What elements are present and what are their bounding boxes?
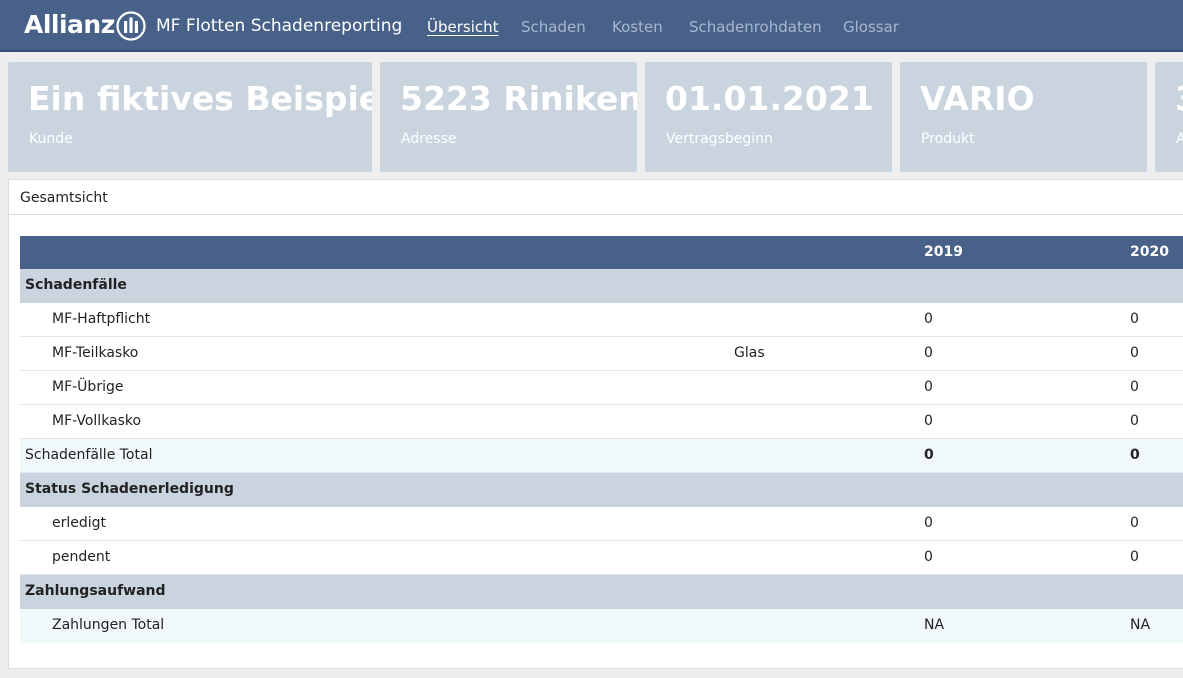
- table-row: MF-Haftpflicht 0 0: [20, 303, 1183, 337]
- kpi-label: Vertragsbeginn: [666, 131, 773, 147]
- row-label: MF-Haftpflicht: [52, 311, 151, 327]
- kpi-value: VARIO: [920, 79, 1035, 118]
- allianz-logo-icon: [116, 11, 146, 41]
- cell-2019: 0: [924, 413, 933, 429]
- cell-2020: 0: [1130, 413, 1139, 429]
- cell-2019: 0: [924, 379, 933, 395]
- kpi-card-kunde: Ein fiktives Beispiel Kunde: [8, 62, 372, 172]
- table-row: MF-Übrige 0 0: [20, 371, 1183, 405]
- nav-schadenrohdaten[interactable]: Schadenrohdaten: [689, 18, 822, 36]
- cell-2019: 0: [924, 549, 933, 565]
- cell-2019: 0: [924, 515, 933, 531]
- kpi-card-adresse: 5223 Riniken Adresse: [380, 62, 637, 172]
- kpi-label: Kunde: [29, 131, 73, 147]
- cell-2020: NA: [1130, 617, 1151, 633]
- row-label: Zahlungen Total: [52, 617, 165, 633]
- summary-table: 2019 2020 Schadenfälle MF-Haftpflicht 0 …: [20, 236, 1183, 643]
- row-label: MF-Übrige: [52, 379, 124, 395]
- nav-kosten[interactable]: Kosten: [612, 18, 663, 36]
- panel-title: Gesamtsicht: [20, 190, 108, 206]
- row-subcategory: Glas: [734, 345, 765, 361]
- kpi-card-vertragsbeginn: 01.01.2021 Vertragsbeginn: [645, 62, 892, 172]
- total-row-zahlungen: Zahlungen Total NA NA: [20, 609, 1183, 643]
- nav-schaden[interactable]: Schaden: [521, 18, 586, 36]
- cell-2019: NA: [924, 617, 945, 633]
- kpi-card-produkt: VARIO Produkt: [900, 62, 1147, 172]
- nav-glossar[interactable]: Glossar: [843, 18, 899, 36]
- cell-2019: 0: [924, 311, 933, 327]
- section-row-schadenfaelle: Schadenfälle: [20, 269, 1183, 303]
- kpi-card-partial: 3 A: [1155, 62, 1183, 172]
- table-row: MF-Teilkasko Glas 0 0: [20, 337, 1183, 371]
- cell-2020: 0: [1130, 447, 1140, 463]
- cell-2019: 0: [924, 345, 933, 361]
- kpi-value: Ein fiktives Beispiel: [28, 79, 372, 118]
- column-header-2020[interactable]: 2020: [1130, 244, 1169, 260]
- table-row: pendent 0 0: [20, 541, 1183, 575]
- kpi-label: Produkt: [921, 131, 975, 147]
- kpi-value: 01.01.2021: [665, 79, 874, 118]
- table-row: MF-Vollkasko 0 0: [20, 405, 1183, 439]
- cell-2020: 0: [1130, 311, 1139, 327]
- kpi-value: 3: [1175, 79, 1183, 118]
- top-navbar: Allianz MF Flotten Schadenreporting Über…: [0, 0, 1183, 52]
- table-header: 2019 2020: [20, 236, 1183, 269]
- row-label: MF-Teilkasko: [52, 345, 139, 361]
- section-row-status: Status Schadenerledigung: [20, 473, 1183, 507]
- row-label: Schadenfälle Total: [25, 447, 153, 463]
- section-title: Zahlungsaufwand: [25, 583, 166, 599]
- overview-panel: Gesamtsicht 2019 2020 Schadenfälle MF-Ha…: [8, 179, 1183, 669]
- table-row: erledigt 0 0: [20, 507, 1183, 541]
- brand-name: Allianz: [24, 10, 115, 39]
- section-row-zahlungsaufwand: Zahlungsaufwand: [20, 575, 1183, 609]
- app-title: MF Flotten Schadenreporting: [156, 16, 403, 36]
- cell-2020: 0: [1130, 549, 1139, 565]
- section-title: Schadenfälle: [25, 277, 127, 293]
- cell-2020: 0: [1130, 345, 1139, 361]
- row-label: erledigt: [52, 515, 107, 531]
- total-row-schadenfaelle: Schadenfälle Total 0 0: [20, 439, 1183, 473]
- column-header-2019[interactable]: 2019: [924, 244, 963, 260]
- section-title: Status Schadenerledigung: [25, 481, 234, 497]
- kpi-value: 5223 Riniken: [400, 79, 637, 118]
- cell-2020: 0: [1130, 379, 1139, 395]
- cell-2019: 0: [924, 447, 934, 463]
- cell-2020: 0: [1130, 515, 1139, 531]
- panel-header: Gesamtsicht: [9, 180, 1183, 215]
- nav-uebersicht[interactable]: Übersicht: [427, 18, 499, 36]
- row-label: MF-Vollkasko: [52, 413, 142, 429]
- row-label: pendent: [52, 549, 111, 565]
- kpi-label: A: [1176, 131, 1183, 147]
- kpi-label: Adresse: [401, 131, 457, 147]
